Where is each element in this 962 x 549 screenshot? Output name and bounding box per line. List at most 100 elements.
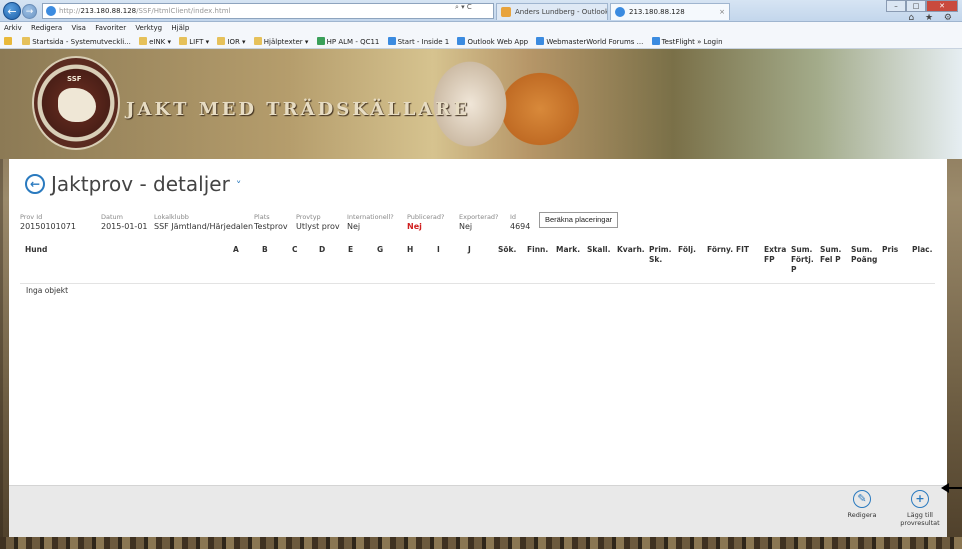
favorite-label: eINK ▾ bbox=[149, 38, 172, 46]
column-header[interactable]: E bbox=[348, 245, 353, 255]
column-header[interactable]: H bbox=[407, 245, 413, 255]
command-bar: ✎ Redigera + Lägg till provresultat bbox=[9, 485, 947, 537]
favorite-item[interactable]: eINK ▾ bbox=[139, 37, 172, 46]
browser-titlebar: ← → http://213.180.88.128/SSF/HtmlClient… bbox=[0, 0, 962, 23]
field-value: Nej bbox=[407, 222, 422, 231]
folder-icon bbox=[217, 37, 226, 45]
tab-close-icon[interactable]: × bbox=[719, 4, 725, 20]
field-label: Id bbox=[510, 213, 517, 221]
column-header[interactable]: Finn. bbox=[527, 245, 548, 255]
column-header[interactable]: Plac. bbox=[912, 245, 932, 255]
menu-hjalp[interactable]: Hjälp bbox=[171, 24, 189, 32]
field-value: 2015-01-01 bbox=[101, 222, 148, 231]
field-value: Nej bbox=[347, 222, 361, 231]
minimize-button[interactable]: – bbox=[886, 0, 906, 12]
table-divider bbox=[20, 283, 935, 284]
column-header[interactable]: G bbox=[377, 245, 383, 255]
field-label: Publicerad? bbox=[407, 213, 445, 221]
add-result-label: Lägg till provresultat bbox=[900, 511, 940, 527]
outlook-icon bbox=[457, 37, 466, 45]
favorite-item[interactable]: Hjälptexter ▾ bbox=[253, 37, 309, 46]
favorite-label: Start - Inside 1 bbox=[397, 38, 450, 46]
column-header[interactable]: Kvarh. bbox=[617, 245, 645, 255]
favorite-item[interactable]: HP ALM - QC11 bbox=[316, 37, 380, 46]
address-actions[interactable]: ⌕ ▾ C bbox=[455, 3, 472, 12]
edit-button[interactable]: ✎ Redigera bbox=[843, 490, 881, 519]
column-header[interactable]: A bbox=[233, 245, 239, 255]
column-header[interactable]: Förny. bbox=[707, 245, 733, 255]
tab-label: Anders Lundberg - Outlook W... bbox=[515, 8, 608, 16]
back-arrow-icon[interactable]: ← bbox=[25, 174, 45, 194]
page-icon bbox=[387, 37, 396, 45]
field-prov-id: Prov Id 20150101071 bbox=[20, 213, 76, 231]
column-header[interactable]: Mark. bbox=[556, 245, 580, 255]
column-header[interactable]: I bbox=[437, 245, 440, 255]
field-exporterad: Exporterad? Nej bbox=[459, 213, 499, 231]
column-header[interactable]: Skall. bbox=[587, 245, 610, 255]
plus-icon: + bbox=[911, 490, 929, 508]
field-label: Prov Id bbox=[20, 213, 43, 221]
field-lokalklubb: Lokalklubb SSF Jämtland/Härjedalen bbox=[154, 213, 253, 231]
banner-title: JAKT MED TRÄDSKÄLLARE bbox=[126, 99, 471, 120]
favorite-item[interactable]: Outlook Web App bbox=[457, 37, 529, 46]
menu-arkiv[interactable]: Arkiv bbox=[4, 24, 22, 32]
field-value: 20150101071 bbox=[20, 222, 76, 231]
address-host: 213.180.88.128 bbox=[80, 7, 137, 15]
column-header[interactable]: Sum. Fel P bbox=[820, 245, 844, 265]
field-value: Testprov bbox=[254, 222, 288, 231]
field-provtyp: Provtyp Utlyst prov bbox=[296, 213, 340, 231]
folder-icon bbox=[139, 37, 148, 45]
menu-favoriter[interactable]: Favoriter bbox=[95, 24, 126, 32]
favorite-item[interactable]: IOR ▾ bbox=[217, 37, 246, 46]
favorite-item[interactable]: Start - Inside 1 bbox=[387, 37, 450, 46]
menu-verktyg[interactable]: Verktyg bbox=[135, 24, 162, 32]
column-header[interactable]: D bbox=[319, 245, 325, 255]
empty-table-message: Inga objekt bbox=[26, 286, 69, 295]
column-header[interactable]: Sum. Poäng bbox=[851, 245, 881, 265]
page-title: Jaktprov - detaljer bbox=[51, 172, 230, 196]
menu-redigera[interactable]: Redigera bbox=[31, 24, 62, 32]
content-panel: ← Jaktprov - detaljer ˅ Prov Id 20150101… bbox=[9, 159, 947, 485]
column-header[interactable]: B bbox=[262, 245, 268, 255]
column-header[interactable]: Prim. Sk. bbox=[649, 245, 671, 265]
column-header[interactable]: Följ. bbox=[678, 245, 696, 255]
column-header[interactable]: Hund bbox=[25, 245, 47, 255]
close-window-button[interactable]: ✕ bbox=[926, 0, 958, 12]
page-icon bbox=[536, 37, 545, 45]
field-value: 4694 bbox=[510, 222, 531, 231]
column-header[interactable]: FIT bbox=[736, 245, 749, 255]
favorite-label: Hjälptexter ▾ bbox=[263, 38, 309, 46]
maximize-button[interactable]: □ bbox=[906, 0, 926, 12]
field-value: SSF Jämtland/Härjedalen bbox=[154, 222, 254, 231]
field-label: Exporterad? bbox=[459, 213, 499, 221]
chevron-down-icon[interactable]: ˅ bbox=[236, 179, 242, 192]
field-value: Nej bbox=[459, 222, 473, 231]
tab-outlook[interactable]: Anders Lundberg - Outlook W... bbox=[496, 3, 608, 20]
column-header[interactable]: J bbox=[468, 245, 471, 255]
menu-visa[interactable]: Visa bbox=[71, 24, 86, 32]
favorites-star[interactable] bbox=[4, 37, 14, 46]
window-controls: – □ ✕ bbox=[886, 0, 958, 12]
column-header[interactable]: Sum. Förtj. P bbox=[791, 245, 815, 275]
favorite-item[interactable]: LIFT ▾ bbox=[179, 37, 209, 46]
column-header[interactable]: Sök. bbox=[498, 245, 516, 255]
folder-icon bbox=[22, 37, 31, 45]
field-label: Lokalklubb bbox=[154, 213, 189, 221]
favorite-item[interactable]: Startsida - Systemutveckli... bbox=[22, 37, 131, 46]
forward-button[interactable]: → bbox=[22, 4, 37, 19]
add-result-button[interactable]: + Lägg till provresultat bbox=[897, 490, 943, 527]
field-label: Datum bbox=[101, 213, 123, 221]
tab-label: 213.180.88.128 bbox=[629, 8, 685, 16]
back-button[interactable]: ← bbox=[3, 2, 21, 20]
field-value: Utlyst prov bbox=[296, 222, 340, 231]
calculate-placements-button[interactable]: Beräkna placeringar bbox=[539, 212, 619, 228]
address-bar[interactable]: http://213.180.88.128/SSF/HtmlClient/ind… bbox=[42, 3, 494, 19]
column-header[interactable]: Extra FP bbox=[764, 245, 786, 265]
column-header[interactable]: C bbox=[292, 245, 298, 255]
favorite-item[interactable]: TestFlight » Login bbox=[651, 37, 723, 46]
tab-active[interactable]: 213.180.88.128 × bbox=[610, 3, 730, 20]
favorite-label: Outlook Web App bbox=[467, 38, 529, 46]
favorite-label: HP ALM - QC11 bbox=[326, 38, 380, 46]
column-header[interactable]: Pris bbox=[882, 245, 898, 255]
favorite-item[interactable]: WebmasterWorld Forums ... bbox=[536, 37, 643, 46]
